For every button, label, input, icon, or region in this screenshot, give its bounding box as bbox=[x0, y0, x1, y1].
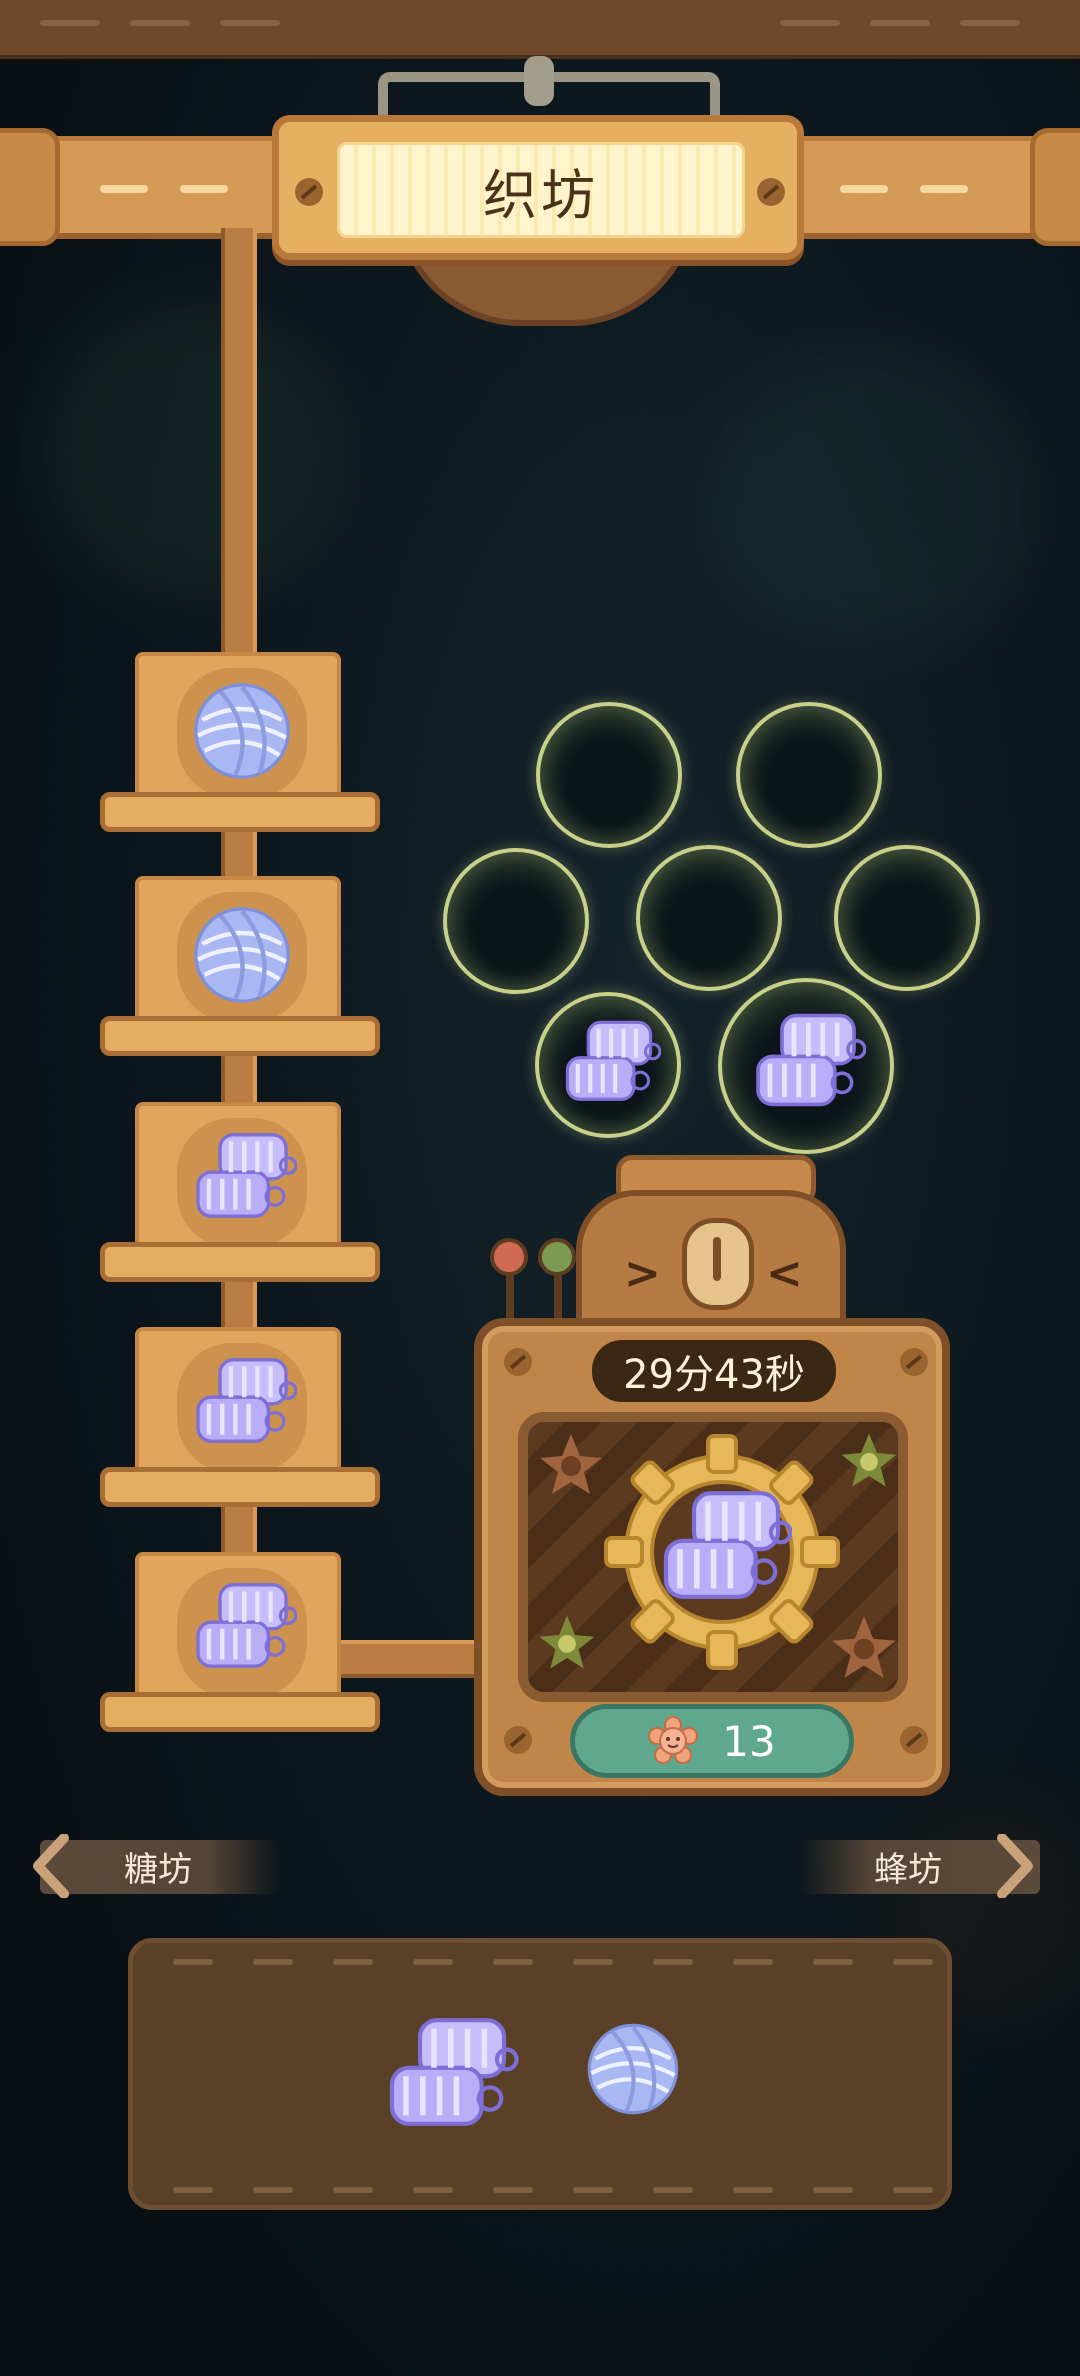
knitted-fabric-icon bbox=[746, 1006, 866, 1126]
speedup-cost: 13 bbox=[722, 1716, 776, 1766]
screw-icon bbox=[504, 1726, 532, 1754]
knitted-fabric-icon bbox=[557, 1014, 661, 1118]
chevron-left-icon: < bbox=[766, 1248, 803, 1299]
storage-bubble-empty[interactable] bbox=[443, 848, 589, 994]
nav-next-button[interactable]: 蜂坊 bbox=[874, 1834, 1036, 1898]
timer-text: 29分43秒 bbox=[623, 1352, 805, 1398]
clock-dial-icon bbox=[682, 1218, 754, 1310]
gear-icon bbox=[604, 1434, 840, 1670]
yarn-ball-icon bbox=[581, 2017, 685, 2121]
star-flower-icon bbox=[539, 1615, 595, 1669]
machine-window bbox=[518, 1412, 908, 1702]
knitted-fabric-icon bbox=[187, 1576, 297, 1686]
recipe-inventory-panel bbox=[128, 1938, 952, 2210]
machine-head: > < bbox=[576, 1190, 846, 1330]
title-plate: 织坊 bbox=[272, 115, 804, 260]
inventory-item-yarn[interactable] bbox=[581, 2017, 691, 2127]
queue-slot[interactable] bbox=[100, 652, 380, 837]
chevron-right-icon bbox=[997, 1834, 1033, 1898]
inventory-item-fabric[interactable] bbox=[363, 2009, 543, 2149]
workshop-title: 织坊 bbox=[483, 163, 599, 227]
knitted-fabric-icon bbox=[187, 1126, 297, 1236]
queue-slot[interactable] bbox=[100, 876, 380, 1061]
screw-icon bbox=[295, 178, 323, 206]
production-timer: 29分43秒 bbox=[592, 1340, 836, 1402]
queue-slot[interactable] bbox=[100, 1552, 380, 1737]
chevron-right-icon: > bbox=[624, 1248, 661, 1299]
queue-slot[interactable] bbox=[100, 1102, 380, 1287]
star-flower-icon bbox=[540, 1434, 602, 1494]
screw-icon bbox=[900, 1348, 928, 1376]
knitted-fabric-icon bbox=[363, 2009, 533, 2149]
background-glow bbox=[40, 300, 340, 600]
storage-bubble-empty[interactable] bbox=[536, 702, 682, 848]
storage-bubble-empty[interactable] bbox=[736, 702, 882, 848]
yarn-ball-icon bbox=[187, 900, 297, 1010]
red-knob bbox=[490, 1238, 528, 1276]
chevron-left-icon bbox=[33, 1834, 69, 1898]
nav-prev-label: 糖坊 bbox=[124, 1849, 192, 1890]
speedup-button[interactable]: 13 bbox=[570, 1704, 854, 1778]
background-glow bbox=[700, 350, 1040, 650]
nav-next-label: 蜂坊 bbox=[874, 1849, 942, 1890]
rail-end-cap bbox=[1030, 128, 1080, 246]
sign-hook bbox=[524, 56, 554, 106]
rail-end-cap bbox=[0, 128, 60, 246]
queue-slot[interactable] bbox=[100, 1327, 380, 1512]
storage-bubble-fabric[interactable] bbox=[535, 992, 681, 1138]
flower-coin-icon bbox=[648, 1716, 699, 1764]
storage-bubble-fabric[interactable] bbox=[718, 978, 894, 1154]
star-flower-icon bbox=[841, 1433, 897, 1487]
nav-prev-button[interactable]: 糖坊 bbox=[30, 1834, 192, 1898]
production-machine: 29分43秒 13 bbox=[474, 1318, 950, 1796]
knitted-fabric-icon bbox=[187, 1351, 297, 1461]
storage-bubble-empty[interactable] bbox=[636, 845, 782, 991]
top-wood-board bbox=[0, 0, 1080, 59]
green-knob bbox=[538, 1238, 576, 1276]
screw-icon bbox=[900, 1726, 928, 1754]
yarn-ball-icon bbox=[187, 676, 297, 786]
screw-icon bbox=[757, 178, 785, 206]
screw-icon bbox=[504, 1348, 532, 1376]
storage-bubble-empty[interactable] bbox=[834, 845, 980, 991]
